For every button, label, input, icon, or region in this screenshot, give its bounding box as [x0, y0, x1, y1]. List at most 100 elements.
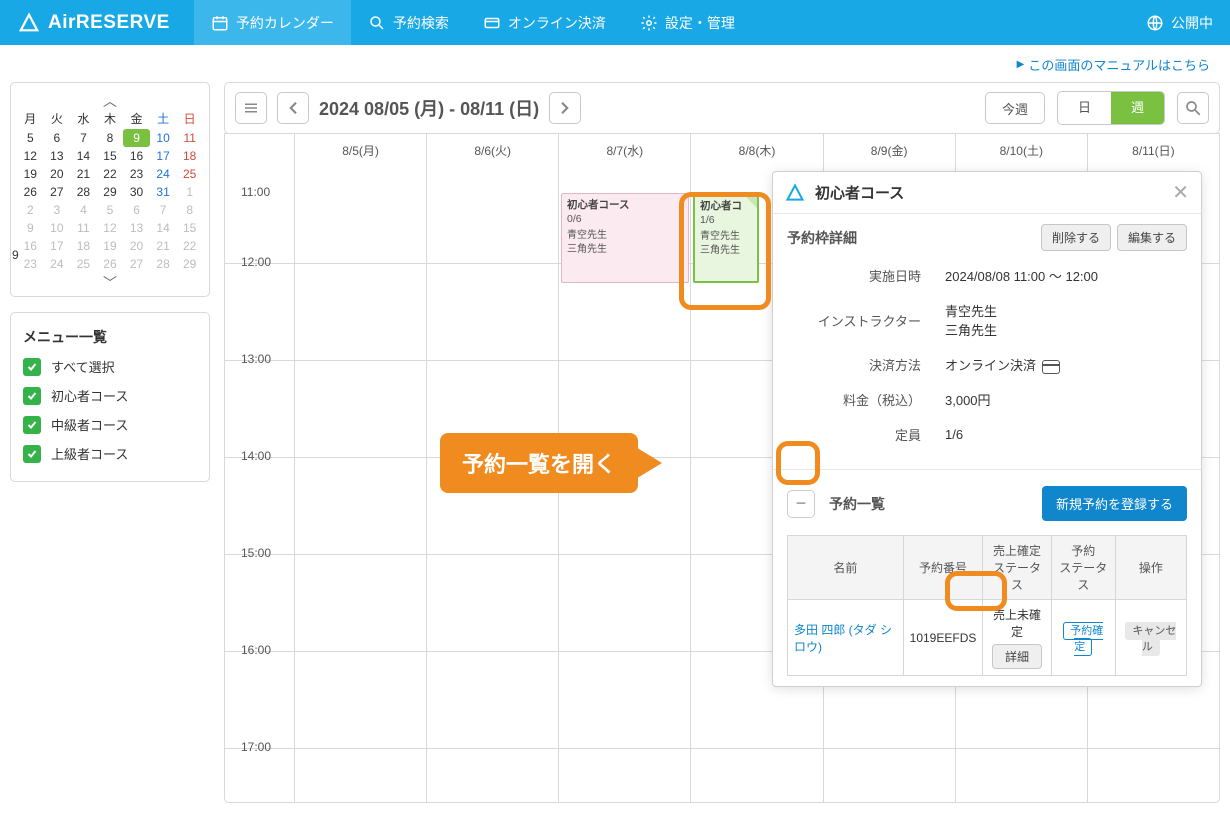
mini-cal-day[interactable]: 16	[17, 237, 44, 255]
mini-cal-day[interactable]: 9	[17, 219, 44, 237]
mini-calendar-prev[interactable]: ︿	[17, 91, 203, 105]
mini-cal-day[interactable]: 28	[150, 255, 177, 273]
value-capacity: 1/6	[941, 418, 1185, 451]
expand-toggle-button[interactable]: −	[787, 490, 815, 518]
close-icon[interactable]: ✕	[1172, 180, 1189, 205]
mini-cal-day[interactable]: 18	[176, 147, 203, 165]
mini-cal-day[interactable]: 17	[150, 147, 177, 165]
mini-cal-day[interactable]: 20	[44, 165, 71, 183]
this-week-button[interactable]: 今週	[985, 92, 1045, 124]
mini-cal-day[interactable]: 26	[17, 183, 44, 201]
next-week-button[interactable]	[549, 92, 581, 124]
week-view-button[interactable]: 週	[1111, 92, 1164, 124]
mini-cal-day[interactable]: 19	[97, 237, 124, 255]
mini-cal-day[interactable]: 24	[44, 255, 71, 273]
mini-cal-day[interactable]: 22	[97, 165, 124, 183]
delete-button[interactable]: 削除する	[1041, 224, 1111, 251]
menu-select-all[interactable]: すべて選択	[23, 357, 197, 376]
mini-cal-day[interactable]: 27	[44, 183, 71, 201]
mini-cal-day[interactable]: 15	[176, 219, 203, 237]
mini-cal-day[interactable]: 6	[44, 129, 71, 147]
mini-cal-day[interactable]: 25	[70, 255, 97, 273]
mini-cal-day[interactable]: 15	[97, 147, 124, 165]
mini-cal-day[interactable]: 27	[123, 255, 150, 273]
menu-item[interactable]: 上級者コース	[23, 444, 197, 463]
mini-cal-day[interactable]: 5	[17, 129, 44, 147]
mini-cal-day[interactable]: 19	[17, 165, 44, 183]
table-header: 売上確定 ステータス	[983, 536, 1051, 600]
nav-calendar[interactable]: 予約カレンダー	[194, 0, 351, 45]
manual-link[interactable]: この画面のマニュアルはこちら	[1017, 55, 1210, 74]
mini-cal-day[interactable]: 17	[44, 237, 71, 255]
mini-cal-day[interactable]: 7	[150, 201, 177, 219]
mini-cal-day[interactable]: 11	[70, 219, 97, 237]
mini-cal-day[interactable]: 22	[176, 237, 203, 255]
mini-cal-day[interactable]: 11	[176, 129, 203, 147]
nav-search[interactable]: 予約検索	[351, 0, 466, 45]
mini-cal-day[interactable]: 1	[176, 183, 203, 201]
mini-cal-day[interactable]: 10	[44, 219, 71, 237]
day-header: 8/11(日)	[1088, 134, 1219, 167]
mini-cal-day[interactable]: 23	[123, 165, 150, 183]
reserve-status-badge: 予約確定	[1063, 622, 1103, 656]
mini-cal-day[interactable]: 4	[70, 201, 97, 219]
cancel-button[interactable]: キャンセル	[1125, 622, 1176, 656]
nav-publish[interactable]: 公開中	[1129, 0, 1230, 45]
week-view-label: 週	[1131, 100, 1144, 115]
mini-cal-day[interactable]: 20	[123, 237, 150, 255]
mini-cal-day[interactable]: 13	[123, 219, 150, 237]
event-thu-beginner[interactable]: 初心者コ 1/6 青空先生 三角先生	[693, 193, 759, 283]
mini-cal-day[interactable]: 21	[150, 237, 177, 255]
nav-calendar-label: 予約カレンダー	[236, 13, 334, 33]
mini-cal-day[interactable]: 12	[17, 147, 44, 165]
mini-cal-day[interactable]: 6	[123, 201, 150, 219]
credit-card-icon	[483, 14, 501, 32]
credit-card-icon	[1042, 360, 1060, 374]
mini-cal-day[interactable]: 8	[176, 201, 203, 219]
prev-week-button[interactable]	[277, 92, 309, 124]
mini-cal-day[interactable]: 12	[97, 219, 124, 237]
customer-name-link[interactable]: 多田 四郎 (タダ シロウ)	[788, 600, 904, 676]
nav-payment[interactable]: オンライン決済	[466, 0, 623, 45]
mini-cal-day[interactable]: 25	[176, 165, 203, 183]
mini-cal-day[interactable]: 28	[70, 183, 97, 201]
mini-cal-day[interactable]: 5	[97, 201, 124, 219]
mini-cal-day[interactable]: 10	[150, 129, 177, 147]
menu-item[interactable]: 中級者コース	[23, 415, 197, 434]
popup-title: 初心者コース	[815, 182, 904, 203]
mini-cal-day[interactable]: 14	[70, 147, 97, 165]
mini-cal-day[interactable]: 9	[123, 129, 150, 147]
mini-cal-day[interactable]: 7	[70, 129, 97, 147]
mini-cal-day[interactable]: 16	[123, 147, 150, 165]
search-button[interactable]	[1177, 92, 1209, 124]
day-column[interactable]	[295, 167, 427, 802]
mini-cal-day[interactable]: 24	[150, 165, 177, 183]
mini-cal-day[interactable]: 3	[44, 201, 71, 219]
menu-item[interactable]: 初心者コース	[23, 386, 197, 405]
mini-cal-day[interactable]: 21	[70, 165, 97, 183]
sales-detail-button[interactable]: 詳細	[992, 644, 1042, 669]
mini-cal-day[interactable]: 18	[70, 237, 97, 255]
new-reservation-button[interactable]: 新規予約を登録する	[1042, 486, 1187, 521]
mini-cal-day[interactable]: 2	[17, 201, 44, 219]
event-detail-popup: 初心者コース ✕ 予約枠詳細 削除する 編集する 実施日時2024/08/08 …	[772, 171, 1202, 687]
mini-calendar-next[interactable]: ﹀	[17, 273, 203, 287]
reservation-code: 1019EEFDS	[903, 600, 983, 676]
day-view-button[interactable]: 日	[1058, 92, 1111, 124]
mini-cal-day[interactable]: 14	[150, 219, 177, 237]
nav-settings[interactable]: 設定・管理	[623, 0, 752, 45]
mini-cal-day[interactable]: 29	[176, 255, 203, 273]
mini-cal-day[interactable]: 23	[17, 255, 44, 273]
edit-button[interactable]: 編集する	[1117, 224, 1187, 251]
mini-cal-day[interactable]: 29	[97, 183, 124, 201]
menu-item-label: 上級者コース	[51, 444, 128, 463]
event-wed-beginner[interactable]: 初心者コース 0/6 青空先生 三角先生	[561, 193, 689, 283]
hamburger-button[interactable]	[235, 92, 267, 124]
mini-cal-day[interactable]: 13	[44, 147, 71, 165]
mini-cal-day[interactable]: 31	[150, 183, 177, 201]
brand-text: AirRESERVE	[48, 12, 170, 34]
mini-cal-day[interactable]: 8	[97, 129, 124, 147]
nav-publish-label: 公開中	[1171, 13, 1213, 33]
mini-cal-day[interactable]: 30	[123, 183, 150, 201]
mini-cal-day[interactable]: 26	[97, 255, 124, 273]
